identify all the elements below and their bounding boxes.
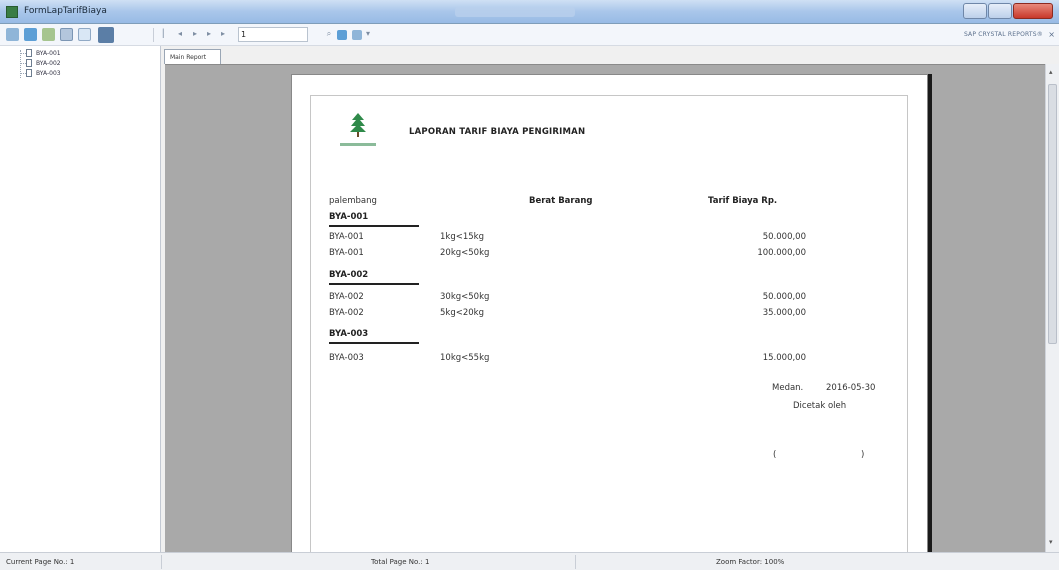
toggle-param-icon[interactable] bbox=[98, 27, 114, 43]
export-icon[interactable] bbox=[6, 28, 19, 41]
row-code: BYA-001 bbox=[329, 232, 364, 242]
tree-item-label: BYA-001 bbox=[36, 49, 61, 57]
footer-date: 2016-05-30 bbox=[826, 383, 876, 393]
signature-open-paren: ( bbox=[773, 450, 777, 460]
weight-column-header: Berat Barang bbox=[529, 196, 593, 206]
tree-item-bya-001[interactable]: BYA-001 bbox=[20, 48, 61, 58]
tree-item-bya-003[interactable]: BYA-003 bbox=[20, 68, 61, 78]
group-tree: BYA-001 BYA-002 BYA-003 bbox=[0, 46, 161, 552]
copy-icon[interactable] bbox=[60, 28, 73, 41]
signature-close-paren: ) bbox=[861, 450, 865, 460]
document-icon bbox=[26, 49, 32, 57]
window-title-bar: FormLapTarifBiaya bbox=[0, 0, 1059, 24]
crystal-reports-brand: SAP CRYSTAL REPORTS® bbox=[963, 31, 1043, 38]
next-page-icon[interactable]: ▸ bbox=[191, 29, 199, 39]
row-tariff: 50.000,00 bbox=[762, 232, 806, 242]
group-header: BYA-002 bbox=[329, 270, 369, 280]
company-logo bbox=[338, 112, 378, 152]
group-header: BYA-001 bbox=[329, 212, 369, 222]
window-title: FormLapTarifBiaya bbox=[24, 6, 107, 16]
row-tariff: 100.000,00 bbox=[757, 248, 806, 258]
scroll-thumb[interactable] bbox=[1048, 84, 1057, 344]
scroll-down-icon[interactable]: ▾ bbox=[1049, 538, 1053, 546]
row-code: BYA-003 bbox=[329, 353, 364, 363]
row-code: BYA-001 bbox=[329, 248, 364, 258]
document-icon bbox=[26, 69, 32, 77]
page-number-input[interactable]: 1 bbox=[238, 27, 308, 42]
total-page-status: Total Page No.: 1 bbox=[371, 558, 430, 566]
row-tariff: 35.000,00 bbox=[762, 308, 806, 318]
row-code: BYA-002 bbox=[329, 308, 364, 318]
close-viewer-icon[interactable]: × bbox=[1048, 30, 1055, 39]
report-title: LAPORAN TARIF BIAYA PENGIRIMAN bbox=[409, 127, 586, 137]
current-page-status: Current Page No.: 1 bbox=[6, 558, 75, 566]
tree-item-bya-002[interactable]: BYA-002 bbox=[20, 58, 61, 68]
row-weight: 30kg<50kg bbox=[440, 292, 490, 302]
refresh-icon[interactable] bbox=[42, 28, 55, 41]
maximize-button[interactable] bbox=[988, 3, 1012, 19]
status-bar: Current Page No.: 1 Total Page No.: 1 Zo… bbox=[0, 552, 1059, 570]
app-icon bbox=[6, 6, 18, 18]
row-weight: 10kg<55kg bbox=[440, 353, 490, 363]
vertical-scrollbar[interactable]: ▴ ▾ bbox=[1045, 64, 1059, 552]
zoom-icon[interactable] bbox=[352, 30, 362, 40]
zoom-dropdown-icon[interactable]: ▾ bbox=[364, 29, 372, 39]
city-header: palembang bbox=[329, 196, 377, 206]
row-weight: 5kg<20kg bbox=[440, 308, 484, 318]
tab-main-report[interactable]: Main Report bbox=[164, 49, 221, 64]
printed-by-label: Dicetak oleh bbox=[793, 401, 847, 411]
row-tariff: 50.000,00 bbox=[762, 292, 806, 302]
close-window-button[interactable] bbox=[1013, 3, 1053, 19]
minimize-button[interactable] bbox=[963, 3, 987, 19]
search-text-icon[interactable]: ⌕ bbox=[324, 29, 334, 39]
row-weight: 1kg<15kg bbox=[440, 232, 484, 242]
report-viewer[interactable]: LAPORAN TARIF BIAYA PENGIRIMAN palembang… bbox=[165, 64, 1045, 552]
previous-page-icon[interactable]: ◂ bbox=[176, 29, 184, 39]
goto-page-icon[interactable]: ▸ bbox=[219, 29, 227, 39]
tree-item-label: BYA-002 bbox=[36, 59, 61, 67]
last-page-icon[interactable]: ▸ bbox=[205, 29, 213, 39]
first-page-icon[interactable]: ▏ bbox=[162, 29, 170, 39]
report-toolbar: ▏ ◂ ▸ ▸ ▸ 1 ⌕ ▾ SAP CRYSTAL REPORTS® × bbox=[0, 24, 1059, 46]
row-weight: 20kg<50kg bbox=[440, 248, 490, 258]
find-icon[interactable] bbox=[337, 30, 347, 40]
footer-city: Medan. bbox=[772, 383, 804, 393]
zoom-factor-status: Zoom Factor: 100% bbox=[716, 558, 785, 566]
title-blur bbox=[455, 7, 575, 17]
document-icon bbox=[26, 59, 32, 67]
row-tariff: 15.000,00 bbox=[762, 353, 806, 363]
row-code: BYA-002 bbox=[329, 292, 364, 302]
print-icon[interactable] bbox=[24, 28, 37, 41]
toggle-tree-icon[interactable] bbox=[78, 28, 91, 41]
tree-item-label: BYA-003 bbox=[36, 69, 61, 77]
tariff-column-header: Tarif Biaya Rp. bbox=[708, 196, 778, 206]
group-header: BYA-003 bbox=[329, 329, 369, 339]
report-page: LAPORAN TARIF BIAYA PENGIRIMAN palembang… bbox=[291, 74, 928, 552]
scroll-up-icon[interactable]: ▴ bbox=[1049, 68, 1053, 76]
